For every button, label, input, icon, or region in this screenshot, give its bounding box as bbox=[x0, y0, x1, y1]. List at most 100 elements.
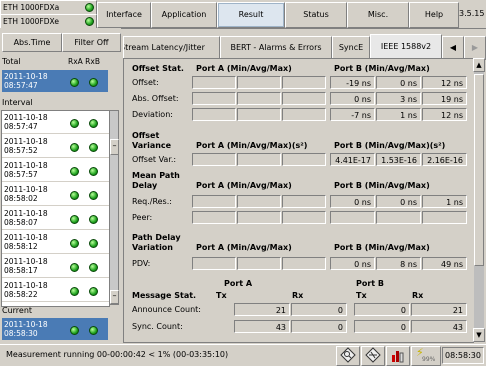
row-date: 2011-10-18 bbox=[4, 320, 48, 329]
tab-misc[interactable]: Misc. bbox=[347, 2, 409, 28]
device-e-indicator[interactable]: ETH 1000FDXe bbox=[0, 14, 97, 29]
mpd-port-a-header: Port A (Min/Avg/Max) bbox=[196, 181, 292, 190]
port-b-value-cell: 0 ns bbox=[330, 257, 375, 270]
port-b-value-cell: 49 ns bbox=[422, 257, 467, 270]
diamond-zoom-icon bbox=[340, 347, 356, 363]
scroll-collapse-icon[interactable]: – bbox=[110, 139, 119, 155]
total-row[interactable]: 2011-10-18 08:57:47 bbox=[2, 70, 108, 93]
port-a-value-cell bbox=[282, 257, 326, 270]
port-a-value-cell bbox=[192, 257, 236, 270]
scroll-up-icon[interactable]: ▲ bbox=[473, 58, 485, 72]
row-label: Sync. Count: bbox=[132, 322, 183, 331]
interval-row[interactable]: 2011-10-18 08:58:07 bbox=[2, 207, 109, 230]
interval-list-scrollbar[interactable]: – – bbox=[109, 110, 119, 305]
port-b-tx-cell: 0 bbox=[354, 320, 410, 333]
msg-b-tx-header: Tx bbox=[356, 291, 367, 300]
port-a-value-cell bbox=[282, 211, 326, 224]
port-a-value-cell bbox=[192, 195, 236, 208]
left-panel: Abs.Time Filter Off Total RxA RxB 2011-1… bbox=[0, 28, 121, 344]
rxa-status-led-icon bbox=[70, 167, 79, 176]
port-a-value-cell bbox=[237, 211, 281, 224]
port-b-value-cell: 0 ns bbox=[330, 195, 375, 208]
zoom-button[interactable] bbox=[336, 346, 360, 366]
compare-button[interactable] bbox=[361, 346, 385, 366]
interval-row[interactable]: 2011-10-18 08:58:02 bbox=[2, 183, 109, 206]
tab-scroll-right-button[interactable]: ▶ bbox=[464, 36, 486, 60]
port-b-rx-cell: 43 bbox=[411, 320, 467, 333]
row-label: Abs. Offset: bbox=[132, 94, 179, 103]
row-time: 08:57:47 bbox=[4, 122, 38, 131]
filter-off-button[interactable]: Filter Off bbox=[62, 33, 121, 52]
tab-application[interactable]: Application bbox=[151, 2, 217, 28]
row-time: 08:58:02 bbox=[4, 194, 38, 203]
interval-row[interactable]: 2011-10-18 08:57:57 bbox=[2, 159, 109, 182]
port-b-value-cell bbox=[330, 211, 375, 224]
port-b-value-cell: 2.16E-16 bbox=[422, 153, 467, 166]
tab-bert-alarms-errors[interactable]: BERT - Alarms & Errors bbox=[220, 36, 332, 60]
scroll-track[interactable] bbox=[474, 72, 484, 328]
offset-port-a-header: Port A (Min/Avg/Max) bbox=[196, 64, 292, 73]
rxa-status-led-icon bbox=[70, 215, 79, 224]
scroll-thumb[interactable] bbox=[474, 74, 484, 266]
tab-interface[interactable]: Interface bbox=[97, 2, 151, 28]
msg-a-tx-header: Tx bbox=[216, 291, 227, 300]
row-label: Deviation: bbox=[132, 110, 173, 119]
port-a-value-cell bbox=[237, 257, 281, 270]
row-date: 2011-10-18 bbox=[4, 161, 48, 170]
row-label: Offset Var.: bbox=[132, 155, 177, 164]
abs-time-button[interactable]: Abs.Time bbox=[2, 33, 62, 52]
port-b-value-cell: 4.41E-17 bbox=[330, 153, 375, 166]
scroll-minus-icon[interactable]: – bbox=[110, 290, 119, 304]
current-label: Current bbox=[2, 306, 33, 315]
interval-row[interactable]: 2011-10-18 08:57:52 bbox=[2, 135, 109, 158]
port-b-value-cell: 3 ns bbox=[376, 92, 421, 105]
interval-row[interactable]: 2011-10-18 08:58:22 bbox=[2, 279, 109, 302]
port-a-value-cell bbox=[282, 108, 326, 121]
interval-row[interactable]: 2011-10-18 08:58:17 bbox=[2, 255, 109, 278]
rxa-status-led-icon bbox=[70, 326, 79, 335]
port-a-value-cell bbox=[192, 211, 236, 224]
tab-label: Stream Latency/Jitter bbox=[123, 43, 205, 52]
chart-button[interactable] bbox=[386, 346, 410, 366]
tab-synce[interactable]: SyncE bbox=[332, 36, 370, 60]
port-a-value-cell bbox=[192, 153, 236, 166]
offset-variance-title: Offset Variance bbox=[132, 131, 171, 151]
current-row[interactable]: 2011-10-18 08:58:30 bbox=[2, 318, 108, 341]
interval-list[interactable]: 2011-10-18 08:57:47 2011-10-18 08:57:52 2011… bbox=[1, 110, 110, 307]
port-a-rx-cell: 0 bbox=[291, 303, 347, 316]
port-b-value-cell: 8 ns bbox=[376, 257, 421, 270]
port-b-value-cell bbox=[376, 211, 421, 224]
row-date: 2011-10-18 bbox=[4, 185, 48, 194]
rxa-status-led-icon bbox=[70, 119, 79, 128]
tab-result[interactable]: Result bbox=[217, 2, 285, 28]
variance-port-a-header: Port A (Min/Avg/Max)(s²) bbox=[196, 141, 308, 150]
port-b-value-cell: 12 ns bbox=[422, 76, 467, 89]
results-scrollbar[interactable]: ▲ ▼ bbox=[473, 58, 485, 342]
row-label: Req./Res.: bbox=[132, 197, 172, 206]
tab-help[interactable]: Help bbox=[409, 2, 459, 28]
row-date: 2011-10-18 bbox=[4, 281, 48, 290]
row-timestamp: 2011-10-18 08:58:17 bbox=[4, 257, 48, 275]
scroll-down-icon[interactable]: ▼ bbox=[473, 328, 485, 342]
interval-row[interactable]: 2011-10-18 08:58:12 bbox=[2, 231, 109, 254]
mpd-port-b-header: Port B (Min/Avg/Max) bbox=[334, 181, 430, 190]
port-a-value-cell bbox=[282, 92, 326, 105]
tab-scroll-left-button[interactable]: ◀ bbox=[442, 36, 464, 60]
tab-ieee-1588v2[interactable]: IEEE 1588v2 bbox=[370, 34, 442, 60]
row-timestamp: 2011-10-18 08:57:57 bbox=[4, 161, 48, 179]
rxb-status-led-icon bbox=[89, 287, 98, 296]
port-b-tx-cell: 0 bbox=[354, 303, 410, 316]
rxa-rxb-header: RxA RxB bbox=[68, 57, 100, 66]
rxb-status-led-icon bbox=[89, 143, 98, 152]
row-date: 2011-10-18 bbox=[4, 113, 48, 122]
port-a-value-cell bbox=[237, 108, 281, 121]
port-a-value-cell bbox=[237, 92, 281, 105]
device-a-indicator[interactable]: ETH 1000FDXa bbox=[0, 0, 97, 15]
tab-stream-latency-jitter[interactable]: Stream Latency/Jitter bbox=[123, 36, 220, 60]
row-time: 08:58:12 bbox=[4, 242, 38, 251]
port-a-value-cell bbox=[237, 153, 281, 166]
interval-row[interactable]: 2011-10-18 08:57:47 bbox=[2, 111, 109, 134]
rxb-status-led-icon bbox=[89, 191, 98, 200]
chevron-left-icon: ◀ bbox=[449, 43, 457, 52]
tab-status[interactable]: Status bbox=[285, 2, 347, 28]
